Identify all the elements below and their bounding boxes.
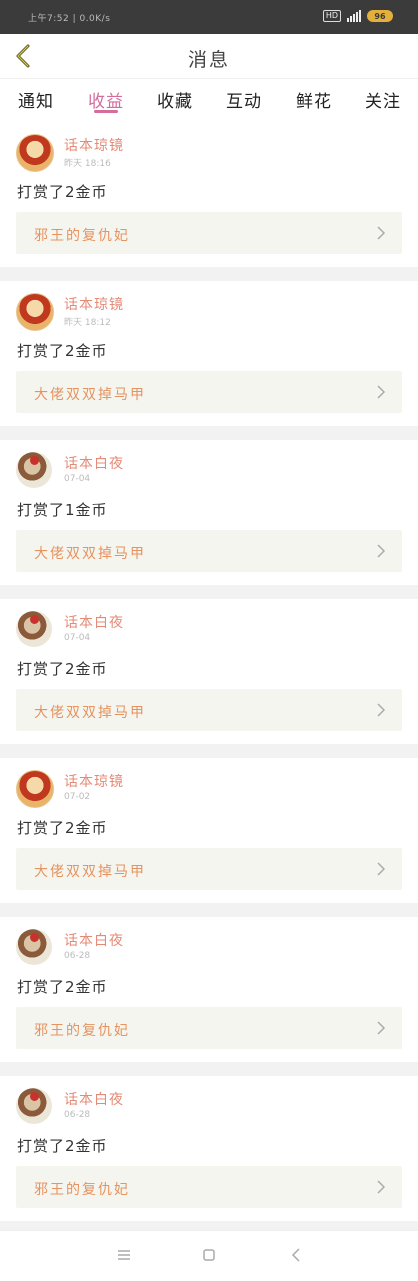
message-time: 06-28 [64,951,91,961]
reward-text: 打赏了2金币 [17,660,108,678]
avatar[interactable] [16,1088,52,1124]
home-icon[interactable] [199,1245,219,1265]
chevron-right-icon [377,385,386,399]
tab-flowers[interactable]: 鲜花 [296,87,332,112]
chevron-right-icon [377,226,386,240]
message-card: 话本琼镜 昨天 18:12 打赏了2金币 大佬双双掉马甲 [0,281,418,426]
avatar[interactable] [16,293,54,331]
reward-text: 打赏了2金币 [17,978,108,996]
signal-icon [347,10,361,22]
avatar[interactable] [16,134,54,172]
book-link[interactable]: 大佬双双掉马甲 [16,530,402,572]
status-bar: 上午7:52 | 0.0K/s HD 96 [0,0,418,34]
hd-icon: HD [322,10,341,22]
book-title: 邪王的复仇妃 [34,1182,130,1198]
book-title: 大佬双双掉马甲 [34,387,146,403]
message-card: 话本白夜 07-04 打赏了2金币 大佬双双掉马甲 [0,599,418,744]
chevron-right-icon [377,1180,386,1194]
message-time: 07-04 [64,474,91,484]
message-card: 话本琼镜 昨天 18:16 打赏了2金币 邪王的复仇妃 [0,122,418,267]
message-time: 07-02 [64,792,91,802]
message-time: 昨天 18:12 [64,318,111,328]
tab-bar: 通知 收益 收藏 互动 鲜花 关注 [0,78,418,123]
message-card: 话本白夜 06-28 打赏了2金币 邪王的复仇妃 [0,1076,418,1221]
book-title: 大佬双双掉马甲 [34,546,146,562]
sender-name[interactable]: 话本琼镜 [64,294,124,314]
status-icons: HD 96 [322,10,393,22]
message-time: 昨天 18:16 [64,159,111,169]
chevron-right-icon [377,1021,386,1035]
book-title: 邪王的复仇妃 [34,1023,130,1039]
avatar[interactable] [16,770,54,808]
message-card: 话本白夜 06-28 打赏了2金币 邪王的复仇妃 [0,917,418,1062]
message-time: 07-04 [64,633,91,643]
sender-name[interactable]: 话本白夜 [64,1089,124,1109]
chevron-right-icon [377,703,386,717]
tab-interaction[interactable]: 互动 [226,87,262,112]
page-title: 消息 [187,49,230,71]
reward-text: 打赏了2金币 [17,183,108,201]
menu-icon[interactable] [114,1245,134,1265]
message-card: 话本白夜 07-04 打赏了1金币 大佬双双掉马甲 [0,440,418,585]
sender-name[interactable]: 话本琼镜 [64,771,124,791]
book-link[interactable]: 大佬双双掉马甲 [16,848,402,890]
book-link[interactable]: 邪王的复仇妃 [16,212,402,254]
back-icon[interactable] [287,1245,307,1265]
reward-text: 打赏了2金币 [17,819,108,837]
avatar[interactable] [16,452,52,488]
battery-icon: 96 [367,10,393,22]
tab-notify[interactable]: 通知 [18,87,54,112]
top-bar: 消息 [0,34,418,78]
avatar[interactable] [16,929,52,965]
status-time: 上午7:52 | 0.0K/s [28,14,111,24]
book-link[interactable]: 大佬双双掉马甲 [16,689,402,731]
active-tab-indicator [94,110,118,113]
book-title: 大佬双双掉马甲 [34,864,146,880]
reward-text: 打赏了2金币 [17,1137,108,1155]
chevron-right-icon [377,544,386,558]
avatar[interactable] [16,611,52,647]
book-title: 邪王的复仇妃 [34,228,130,244]
book-link[interactable]: 邪王的复仇妃 [16,1166,402,1208]
book-link[interactable]: 大佬双双掉马甲 [16,371,402,413]
message-time: 06-28 [64,1110,91,1120]
system-nav-bar [0,1230,418,1281]
message-card: 话本琼镜 07-02 打赏了2金币 大佬双双掉马甲 [0,758,418,903]
reward-text: 打赏了1金币 [17,501,108,519]
message-list: 话本琼镜 昨天 18:16 打赏了2金币 邪王的复仇妃 话本琼镜 昨天 18:1… [0,122,418,1235]
book-link[interactable]: 邪王的复仇妃 [16,1007,402,1049]
book-title: 大佬双双掉马甲 [34,705,146,721]
sender-name[interactable]: 话本白夜 [64,453,124,473]
tab-earnings[interactable]: 收益 [88,87,124,112]
sender-name[interactable]: 话本白夜 [64,612,124,632]
sender-name[interactable]: 话本白夜 [64,930,124,950]
tab-follow[interactable]: 关注 [365,87,401,112]
tab-favorites[interactable]: 收藏 [157,87,193,112]
chevron-right-icon [377,862,386,876]
sender-name[interactable]: 话本琼镜 [64,135,124,155]
reward-text: 打赏了2金币 [17,342,108,360]
